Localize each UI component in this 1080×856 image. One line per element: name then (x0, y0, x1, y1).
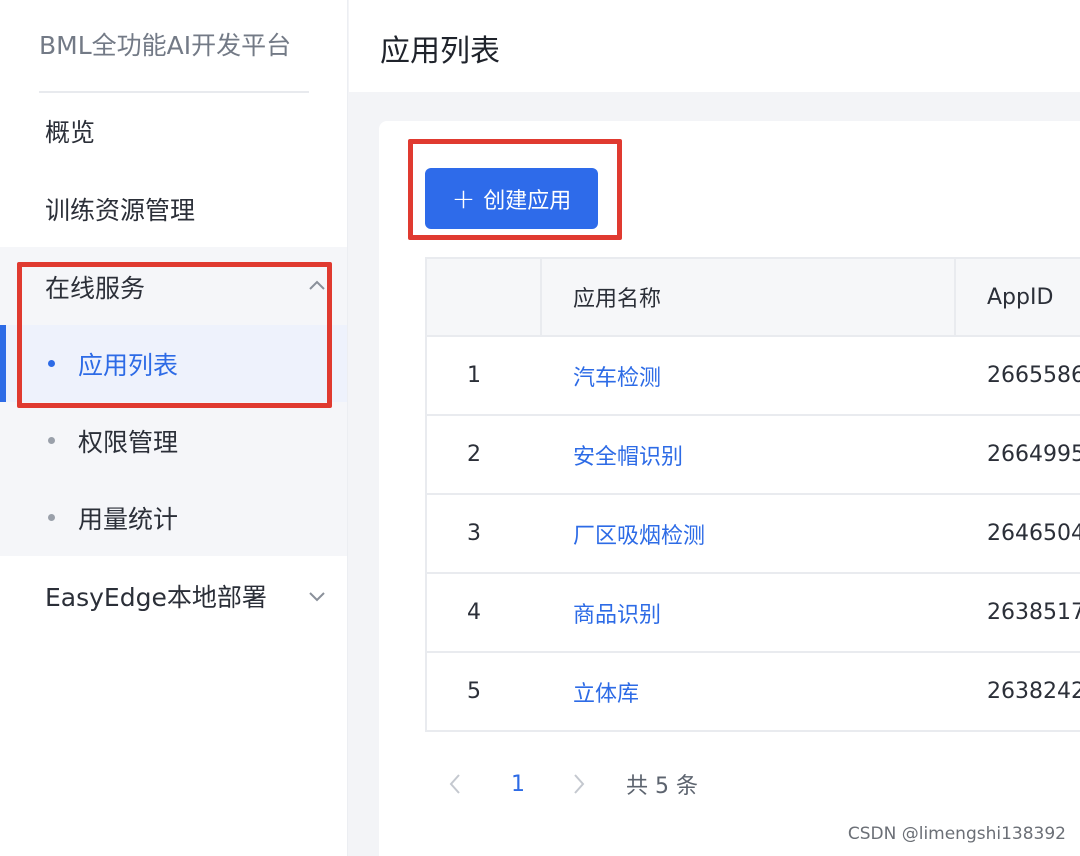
bullet-dot-icon (48, 360, 55, 367)
chevron-up-icon (309, 280, 325, 290)
app-name-link[interactable]: 立体库 (573, 653, 639, 730)
active-indicator (0, 325, 6, 402)
platform-brand: BML全功能AI开发平台 (39, 31, 292, 60)
app-id: 2638242 (987, 679, 1080, 704)
app-id: 2638517 (987, 600, 1080, 625)
sidebar-item-label: 应用列表 (78, 350, 179, 380)
row-index: 5 (467, 679, 481, 704)
sidebar-item-overview[interactable]: 概览 (0, 92, 347, 169)
next-page-icon[interactable] (571, 772, 587, 796)
watermark: CSDN @limengshi138392 (847, 824, 1066, 844)
sidebar-item-label: 训练资源管理 (45, 195, 196, 225)
page-title: 应用列表 (380, 34, 500, 69)
sidebar: BML全功能AI开发平台 概览 训练资源管理 在线服务 应用列表 权限管理 用量… (0, 0, 348, 856)
row-index: 1 (467, 363, 481, 388)
sidebar-item-online-service[interactable]: 在线服务 (0, 248, 347, 325)
column-header-appid: AppID (987, 284, 1054, 310)
bullet-dot-icon (48, 514, 55, 521)
table-row: 3 厂区吸烟检测 2646504 (427, 495, 1080, 574)
column-header-app-name: 应用名称 (573, 287, 662, 312)
previous-page-icon[interactable] (447, 772, 463, 796)
sidebar-item-label: 在线服务 (45, 273, 146, 303)
bullet-dot-icon (48, 437, 55, 444)
table-header: 应用名称 AppID (427, 259, 1080, 337)
sidebar-item-app-list[interactable]: 应用列表 (0, 325, 347, 402)
app-id: 2665586 (987, 363, 1080, 388)
table-row: 4 商品识别 2638517 (427, 574, 1080, 653)
sidebar-item-label: EasyEdge本地部署 (45, 582, 267, 612)
sidebar-item-label: 概览 (45, 117, 96, 147)
sidebar-item-permissions[interactable]: 权限管理 (0, 402, 347, 479)
chevron-down-icon (309, 592, 325, 602)
table-row: 1 汽车检测 2665586 (427, 337, 1080, 416)
table-row: 5 立体库 2638242 (427, 653, 1080, 732)
app-id: 2664995 (987, 442, 1080, 467)
pagination-total: 共 5 条 (626, 774, 698, 799)
plus-icon: + (451, 181, 476, 215)
app-id: 2646504 (987, 521, 1080, 546)
column-divider (540, 259, 542, 335)
table-row: 2 安全帽识别 2664995 (427, 416, 1080, 495)
sidebar-item-easyedge[interactable]: EasyEdge本地部署 (0, 557, 347, 634)
app-name-link[interactable]: 安全帽识别 (573, 416, 683, 493)
app-name-link[interactable]: 厂区吸烟检测 (573, 495, 705, 572)
app-name-link[interactable]: 汽车检测 (573, 337, 661, 414)
page-header: 应用列表 (349, 0, 1080, 92)
column-divider (954, 259, 956, 335)
sidebar-item-label: 权限管理 (78, 427, 179, 457)
row-index: 3 (467, 521, 481, 546)
row-index: 4 (467, 600, 481, 625)
sidebar-item-label: 用量统计 (78, 504, 179, 534)
sidebar-item-usage-stats[interactable]: 用量统计 (0, 479, 347, 556)
sidebar-item-training-resources[interactable]: 训练资源管理 (0, 170, 347, 247)
create-app-button[interactable]: + 创建应用 (425, 168, 598, 229)
row-index: 2 (467, 442, 481, 467)
app-table: 应用名称 AppID 1 汽车检测 2665586 2 安全帽识别 266499… (425, 257, 1080, 732)
app-name-link[interactable]: 商品识别 (573, 574, 661, 651)
create-app-label: 创建应用 (483, 188, 572, 214)
page-number-current[interactable]: 1 (511, 762, 525, 806)
